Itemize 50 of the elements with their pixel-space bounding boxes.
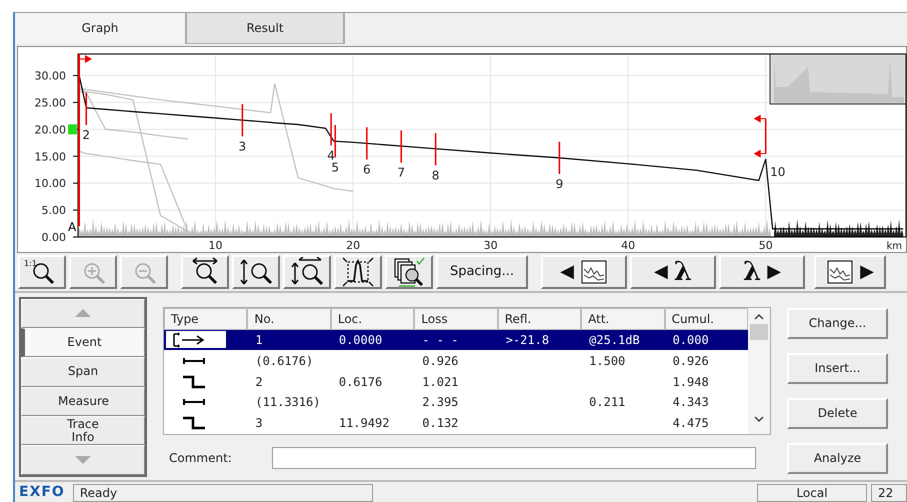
- axis-tick-label: 0.00: [42, 230, 66, 244]
- axis-tick-label: 20: [346, 238, 360, 250]
- event-label: 6: [363, 162, 371, 176]
- table-cell-text: 1.500: [588, 352, 626, 370]
- marker-label: A: [68, 220, 76, 234]
- table-cell-text: 0.0000: [338, 332, 384, 349]
- axis-tick-label: 25.00: [34, 96, 66, 110]
- table-cell-text: @25.1dB: [588, 332, 641, 349]
- status-message: Ready: [72, 484, 373, 502]
- table-cell-text: 2: [254, 374, 264, 391]
- logo: EXFO: [18, 484, 66, 502]
- event-label: 7: [397, 166, 406, 180]
- event-label: 2: [82, 128, 90, 142]
- axis-tick-label: 10: [208, 238, 223, 250]
- table-cell-text: 0.926: [421, 352, 460, 370]
- table-cell-text: 0.211: [588, 394, 626, 412]
- axis-tick-label: 20.00: [34, 123, 66, 136]
- status-field: 22: [871, 484, 907, 502]
- table-cell-text: (11.3316): [254, 394, 322, 412]
- axis-tick-label: 15.00: [34, 150, 66, 164]
- table-cell-text: 3: [254, 415, 264, 432]
- table-cell-text: 1: [254, 332, 264, 349]
- axis-tick-label: 30: [484, 238, 498, 250]
- table-cell-text: 4.343: [672, 394, 710, 412]
- table-cell-text: 2.395: [421, 394, 460, 412]
- table-cell-text: 11.9492: [338, 415, 390, 432]
- event-label: 5: [331, 160, 340, 174]
- axis-tick-label: 50: [758, 238, 773, 250]
- table-cell-text: - - -: [421, 332, 460, 349]
- event-label: 10: [770, 165, 786, 179]
- comment-label: Comment:: [169, 450, 232, 465]
- axis-tick-label: 30.00: [34, 69, 66, 82]
- table-cell-text: 0.132: [421, 415, 460, 432]
- axis-tick-label: 5.00: [42, 204, 66, 217]
- table-cell-text: 1.021: [421, 374, 460, 391]
- table-cell-text: 4.475: [672, 415, 710, 432]
- table-cell-text: 1.948: [672, 374, 710, 391]
- table-cell-text: 0.6176: [338, 374, 384, 391]
- axis-label: km: [886, 240, 902, 250]
- event-label: 9: [556, 176, 564, 191]
- axis-tick-label: 10.00: [34, 177, 66, 190]
- table-cell-text: 0.926: [672, 352, 710, 370]
- table-cell-text: 0.000: [672, 332, 710, 349]
- event-label: 8: [432, 168, 440, 182]
- status-mode: Local: [757, 484, 867, 502]
- event-label: 4: [327, 148, 335, 162]
- table-cell-text: (0.6176): [254, 352, 314, 370]
- table-cell-text: >-21.8: [504, 332, 550, 349]
- event-label: 3: [238, 139, 246, 154]
- axis-tick-label: 40: [621, 238, 636, 250]
